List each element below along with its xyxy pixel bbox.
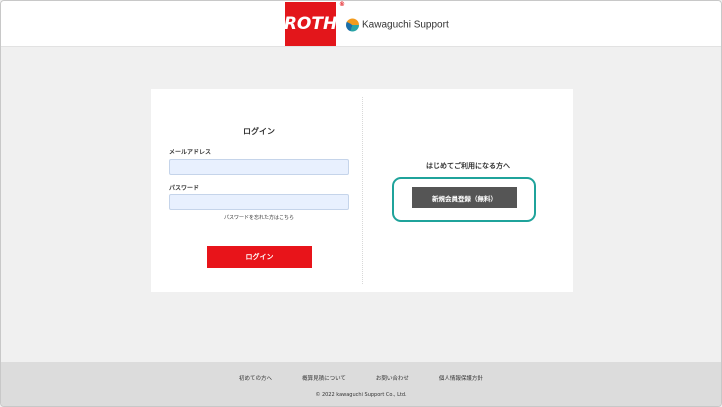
roth-logo-text: ROTH	[283, 14, 338, 34]
kawaguchi-globe-icon	[346, 18, 359, 32]
footer-link-first-time[interactable]: 初めての方へ	[239, 374, 272, 382]
register-button[interactable]: 新規会員登録（無料）	[412, 187, 517, 208]
password-field[interactable]	[169, 194, 349, 210]
registered-mark: ®	[339, 1, 345, 8]
login-card: ログイン メールアドレス パスワード パスワードを忘れた方はこちら ログイン は…	[151, 89, 573, 292]
email-label: メールアドレス	[169, 149, 212, 156]
forgot-password-link[interactable]: パスワードを忘れた方はこちら	[151, 214, 367, 221]
footer-link-contact[interactable]: お問い合わせ	[376, 374, 409, 382]
kawaguchi-logo-text: Kawaguchi Support	[362, 19, 449, 31]
password-label: パスワード	[169, 185, 200, 192]
footer-link-privacy[interactable]: 個人情報保護方針	[439, 374, 483, 382]
site-footer: 初めての方へ 概算見積について お問い合わせ 個人情報保護方針 © 2022 k…	[1, 362, 721, 406]
email-field[interactable]	[169, 159, 349, 175]
login-button[interactable]: ログイン	[207, 246, 312, 268]
browser-frame: ROTH ® Kawaguchi Support ログイン メールアドレス パス…	[0, 0, 722, 407]
kawaguchi-support-logo[interactable]: Kawaguchi Support	[346, 18, 449, 32]
first-time-title: はじめてご利用になる方へ	[426, 162, 510, 170]
roth-logo[interactable]: ROTH ®	[283, 1, 345, 46]
card-divider	[362, 97, 363, 284]
login-title: ログイン	[243, 127, 275, 136]
copyright-text: © 2022 kawaguchi Support Co., Ltd.	[315, 392, 407, 398]
site-header: ROTH ® Kawaguchi Support	[1, 1, 721, 47]
footer-links: 初めての方へ 概算見積について お問い合わせ 個人情報保護方針	[1, 374, 721, 382]
footer-link-estimate[interactable]: 概算見積について	[302, 374, 346, 382]
